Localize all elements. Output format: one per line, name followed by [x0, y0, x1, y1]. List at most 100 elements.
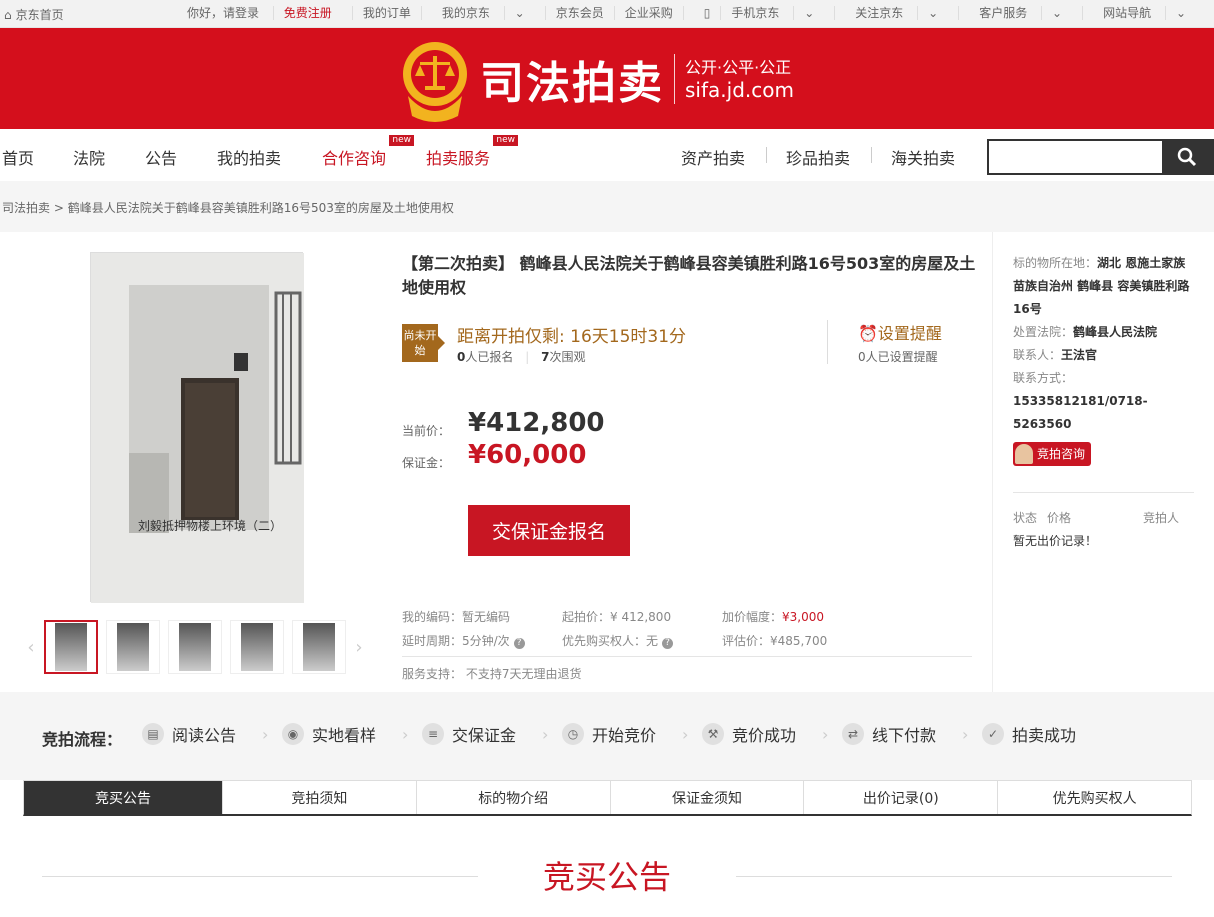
thumbnail[interactable]: [44, 620, 98, 674]
contact-info: 联系人：王法官: [1013, 348, 1098, 362]
priority-buyer: 优先购买权人：无?: [562, 632, 674, 649]
delay-period: 延时周期：5分钟/次?: [402, 632, 525, 649]
side-info: 标的物所在地：湖北 恩施土家族苗族自治州 鹤峰县 容美镇胜利路16号 处置法院：…: [992, 232, 1214, 692]
flow-step-complete: ✓ 拍卖成功: [982, 722, 1076, 746]
chevron-right-icon: ›: [262, 724, 269, 744]
reminder-count: 0人已设置提醒: [858, 350, 938, 364]
my-jd-menu[interactable]: 我的京东 ⌄: [420, 6, 545, 20]
item-code: 我的编码：暂无编码: [402, 610, 511, 624]
site-title: 司法拍卖: [480, 58, 664, 109]
main-nav: 首页 法院 公告 我的拍卖 合作咨询 new 拍卖服务 new 资产拍卖 珍品拍卖 …: [0, 129, 1214, 181]
nav-court[interactable]: 法院: [73, 145, 105, 169]
agent-avatar-icon: [1015, 444, 1033, 464]
flow-step-payment: ⇄ 线下付款 ›: [842, 722, 968, 746]
chevron-right-icon: ›: [682, 724, 689, 744]
main-photo[interactable]: [90, 252, 304, 603]
search-input[interactable]: [989, 141, 1162, 173]
help-icon[interactable]: ?: [513, 638, 525, 649]
tab-announcement[interactable]: 竞买公告: [24, 781, 222, 814]
chevron-right-icon: >: [53, 201, 64, 215]
nav-auction-service[interactable]: 拍卖服务 new: [426, 135, 519, 169]
mobile-jd-menu[interactable]: ▯ 手机京东 ⌄: [682, 6, 835, 20]
clock-icon: ◷: [562, 723, 584, 745]
item-title: 【第二次拍卖】 鹤峰县人民法院关于鹤峰县容美镇胜利路16号503室的房屋及土地使…: [402, 254, 976, 297]
bid-record-empty: 暂无出价记录！: [1013, 534, 1098, 548]
set-reminder[interactable]: ⏰设置提醒 0人已设置提醒: [827, 320, 942, 364]
new-badge: new: [389, 135, 415, 146]
chevron-right-icon: ›: [542, 724, 549, 744]
chevron-down-icon: ⌄: [1041, 6, 1073, 20]
transfer-icon: ⇄: [842, 723, 864, 745]
flow-step-bidding: ◷ 开始竞价 ›: [562, 722, 688, 746]
property-photo: [91, 253, 304, 603]
divider: [402, 656, 972, 657]
consult-button[interactable]: 竞拍咨询: [1013, 442, 1092, 466]
nav-announcement[interactable]: 公告: [145, 145, 177, 169]
chevron-down-icon: ⌄: [1164, 6, 1196, 20]
home-icon: ⌂: [4, 7, 12, 22]
deposit-signup-button[interactable]: 交保证金报名: [468, 505, 630, 556]
new-badge: new: [493, 135, 519, 146]
start-price: 起拍价：¥ 412,800: [562, 610, 672, 624]
follow-jd-menu[interactable]: 关注京东 ⌄: [834, 6, 958, 20]
customer-service-menu[interactable]: 客户服务 ⌄: [958, 6, 1082, 20]
nav-asset-auction[interactable]: 资产拍卖: [681, 145, 745, 169]
nav-cooperation[interactable]: 合作咨询 new: [322, 135, 415, 169]
current-price: ¥412,800: [468, 408, 605, 438]
thumbnail[interactable]: [168, 620, 222, 674]
current-price-row: 当前价： ¥412,800: [402, 408, 605, 438]
chevron-right-icon: ›: [962, 724, 969, 744]
alarm-clock-icon: ⏰: [858, 324, 878, 343]
court-info: 处置法院：鹤峰县人民法院: [1013, 325, 1158, 339]
nav-customs-auction[interactable]: 海关拍卖: [891, 145, 955, 169]
thumbnail[interactable]: [106, 620, 160, 674]
thumbnail[interactable]: [230, 620, 284, 674]
bid-increment: 加价幅度：¥3,000: [722, 610, 825, 624]
auction-flow: 竞拍流程： ▤ 阅读公告 › ◉ 实地看样 › ≡ 交保证金 › ◷ 开始竞价 › ⚒ 竞价成功 ›…: [0, 706, 1214, 766]
search-button[interactable]: [1162, 141, 1212, 173]
search-bar: [987, 139, 1214, 175]
breadcrumb-root[interactable]: 司法拍卖: [2, 201, 50, 215]
jd-home-link[interactable]: ⌂ 京东首页: [4, 6, 64, 23]
phone-info: 联系方式：15335812181/0718-5263560: [1013, 371, 1148, 431]
countdown-panel: 尚未开始 距离开拍仅剩: 16天15时31分 0人已报名 | 7次围观 ⏰设置提…: [402, 320, 977, 368]
divider: [736, 876, 1172, 877]
tab-notice[interactable]: 竞拍须知: [222, 781, 416, 814]
help-icon[interactable]: ?: [662, 638, 674, 649]
tab-item-intro[interactable]: 标的物介绍: [415, 781, 610, 814]
nav-my-auction[interactable]: 我的拍卖: [217, 145, 281, 169]
announcement-heading: 竞买公告: [542, 858, 671, 896]
search-icon: [1177, 147, 1197, 167]
nav-home[interactable]: 首页: [2, 145, 34, 169]
login-link[interactable]: 你好，请登录 免费注册: [167, 6, 352, 20]
tab-deposit-notice[interactable]: 保证金须知: [609, 781, 804, 814]
appraisal-price: 评估价：¥485,700: [722, 634, 828, 648]
flow-step-inspect: ◉ 实地看样 ›: [282, 722, 408, 746]
chevron-down-icon: ⌄: [917, 6, 949, 20]
enterprise-link[interactable]: 企业采购: [613, 6, 683, 20]
chevron-right-icon: ›: [822, 724, 829, 744]
nav-treasure-auction[interactable]: 珍品拍卖: [786, 145, 850, 169]
prev-arrow-icon[interactable]: ‹: [22, 637, 40, 658]
my-orders-link[interactable]: 我的订单: [351, 6, 421, 20]
slogan: 公开·公平·公正: [685, 58, 792, 77]
coins-icon: ≡: [422, 723, 444, 745]
court-emblem-icon: [403, 42, 467, 122]
jd-member-link[interactable]: 京东会员: [544, 6, 614, 20]
photo-caption: 刘毅抵押物楼上环境（二）: [138, 519, 283, 533]
check-icon: ✓: [982, 723, 1004, 745]
tab-priority-buyer[interactable]: 优先购买权人: [997, 781, 1191, 814]
next-arrow-icon[interactable]: ›: [350, 637, 368, 658]
banner: 司法拍卖 公开·公平·公正 sifa.jd.com: [0, 28, 1214, 129]
thumbnail-strip: ‹ ›: [22, 620, 368, 674]
time-remaining: 距离开拍仅剩: 16天15时31分: [457, 327, 687, 347]
nav-divider: [871, 147, 872, 163]
detail-tabs: 竞买公告 竞拍须知 标的物介绍 保证金须知 出价记录(0) 优先购买权人: [23, 780, 1192, 816]
deposit-amount: ¥60,000: [468, 440, 587, 470]
site-nav-menu[interactable]: 网站导航 ⌄: [1082, 6, 1206, 20]
register-link[interactable]: 免费注册: [272, 6, 342, 20]
phone-icon: ▯: [703, 6, 711, 20]
thumbnail[interactable]: [292, 620, 346, 674]
tab-bid-records[interactable]: 出价记录(0): [803, 781, 997, 814]
site-logo[interactable]: 司法拍卖 公开·公平·公正 sifa.jd.com: [400, 36, 794, 122]
